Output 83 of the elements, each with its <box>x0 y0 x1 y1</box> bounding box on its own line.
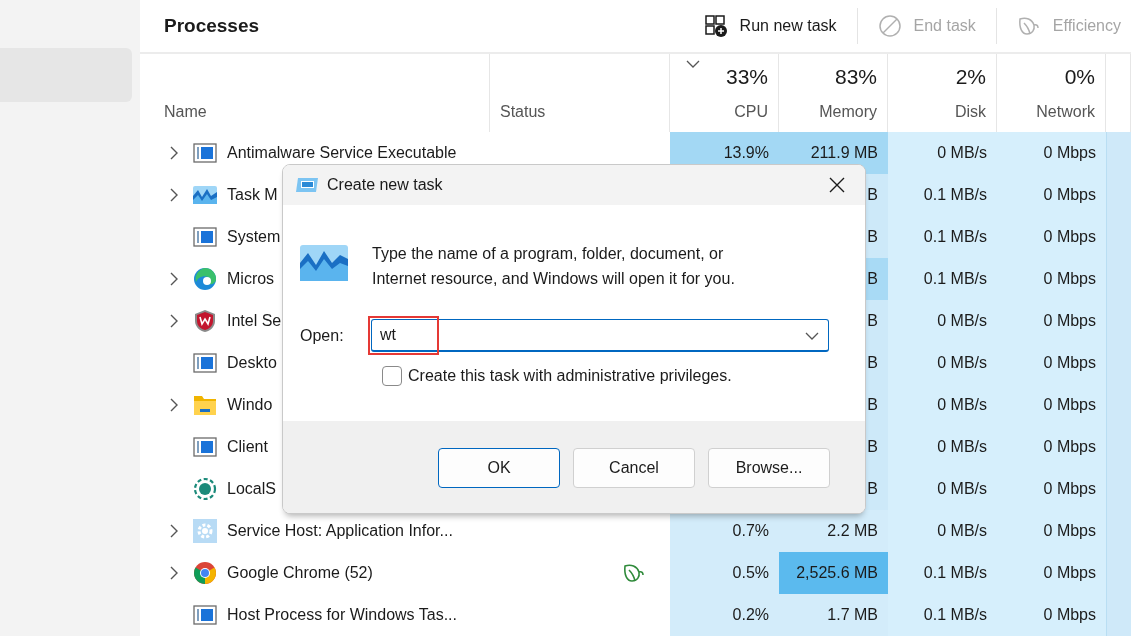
column-total: 0% <box>1064 63 1095 90</box>
column-total: 83% <box>834 63 877 90</box>
usage-cell: 0 Mbps <box>997 132 1106 174</box>
process-name: Intel Se <box>227 311 282 331</box>
page-title: Processes <box>164 13 260 38</box>
usage-cell: 0.5% <box>670 552 779 594</box>
usage-cell: 0 MB/s <box>888 384 997 426</box>
usage-cell: 0 MB/s <box>888 132 997 174</box>
column-header[interactable]: Status <box>500 100 659 124</box>
process-name: Micros <box>227 269 275 289</box>
toolbar-button[interactable]: Run new task <box>693 6 847 46</box>
column-header[interactable]: Name <box>164 100 479 124</box>
process-name: Google Chrome (52) <box>227 563 373 583</box>
column-header[interactable]: CPU <box>734 100 768 124</box>
usage-cell: 0 Mbps <box>997 552 1106 594</box>
usage-cell: 0 Mbps <box>997 468 1106 510</box>
app-window-icon <box>193 351 217 375</box>
prohibited-icon <box>877 14 902 38</box>
usage-cell: 0 Mbps <box>997 384 1106 426</box>
usage-cell: 0 MB/s <box>888 426 997 468</box>
process-name: Task M <box>227 185 278 205</box>
process-name: Windo <box>227 395 273 415</box>
column-total: 2% <box>955 63 986 90</box>
app-window-icon <box>193 225 217 249</box>
column-total: 33% <box>725 63 768 90</box>
usage-cell: 0 Mbps <box>997 342 1106 384</box>
process-name: Service Host: Application Infor... <box>227 521 453 541</box>
process-name: Client <box>227 437 268 457</box>
app-window-icon <box>193 435 217 459</box>
gear-icon <box>193 519 217 543</box>
checkbox-label: Create this task with administrative privileges. <box>408 366 732 386</box>
table-cell <box>1106 132 1131 174</box>
close-icon <box>829 177 845 193</box>
column-header[interactable]: Memory <box>819 100 877 124</box>
usage-cell: 0.2% <box>670 594 779 636</box>
browser-icon <box>193 561 217 585</box>
usage-cell: 0 MB/s <box>888 468 997 510</box>
process-name: Host Process for Windows Tas... <box>227 605 457 625</box>
usage-cell: 0 MB/s <box>888 342 997 384</box>
usage-cell: 0 Mbps <box>997 216 1106 258</box>
process-name: LocalS <box>227 479 276 499</box>
usage-cell: 2.2 MB <box>779 510 888 552</box>
window-icon <box>295 176 319 194</box>
add-window-icon <box>703 14 728 38</box>
usage-cell: 0.1 MB/s <box>888 552 997 594</box>
dialog-message: Type the name of a program, folder, document, or Internet resource, and Windows will open it for you. <box>372 244 736 289</box>
field-label: Open: <box>300 325 345 346</box>
shield-icon <box>193 309 217 333</box>
usage-cell: 0 MB/s <box>888 510 997 552</box>
usage-cell: 0 Mbps <box>997 510 1106 552</box>
browser-icon <box>193 267 217 291</box>
usage-cell: 0 Mbps <box>997 300 1106 342</box>
dialog-button[interactable]: Cancel <box>573 448 695 488</box>
usage-cell: 0 Mbps <box>997 174 1106 216</box>
activity-monitor-icon <box>300 245 348 281</box>
dialog-button[interactable]: OK <box>438 448 560 488</box>
process-name: System <box>227 227 281 247</box>
dialog-title: Create new task <box>327 175 443 195</box>
usage-cell: 0.1 MB/s <box>888 216 997 258</box>
checkbox[interactable] <box>382 366 402 386</box>
usage-cell: 0 Mbps <box>997 258 1106 300</box>
table-cell <box>1106 594 1131 636</box>
dialog-button[interactable]: Browse... <box>708 448 830 488</box>
dotted-ring-icon <box>193 477 217 501</box>
usage-cell: 0 Mbps <box>997 594 1106 636</box>
open-field[interactable]: wt <box>371 319 829 352</box>
activity-monitor-icon <box>193 183 217 207</box>
process-name: Antimalware Service Executable <box>227 143 457 163</box>
column-header[interactable]: Disk <box>954 100 986 124</box>
dropdown-chevron-icon[interactable] <box>805 332 819 340</box>
app-window-icon <box>193 603 217 627</box>
folder-icon <box>193 393 217 417</box>
usage-cell: 0 MB/s <box>888 300 997 342</box>
usage-cell: 2,525.6 MB <box>779 552 888 594</box>
usage-cell: 0.1 MB/s <box>888 594 997 636</box>
usage-cell: 0.1 MB/s <box>888 174 997 216</box>
column-header[interactable]: Network <box>1036 100 1095 124</box>
usage-cell: 0 Mbps <box>997 426 1106 468</box>
app-window-icon <box>193 141 217 165</box>
process-name: Deskto <box>227 353 277 373</box>
usage-cell: 1.7 MB <box>779 594 888 636</box>
usage-cell: 0.1 MB/s <box>888 258 997 300</box>
leaf-icon <box>1016 14 1041 38</box>
